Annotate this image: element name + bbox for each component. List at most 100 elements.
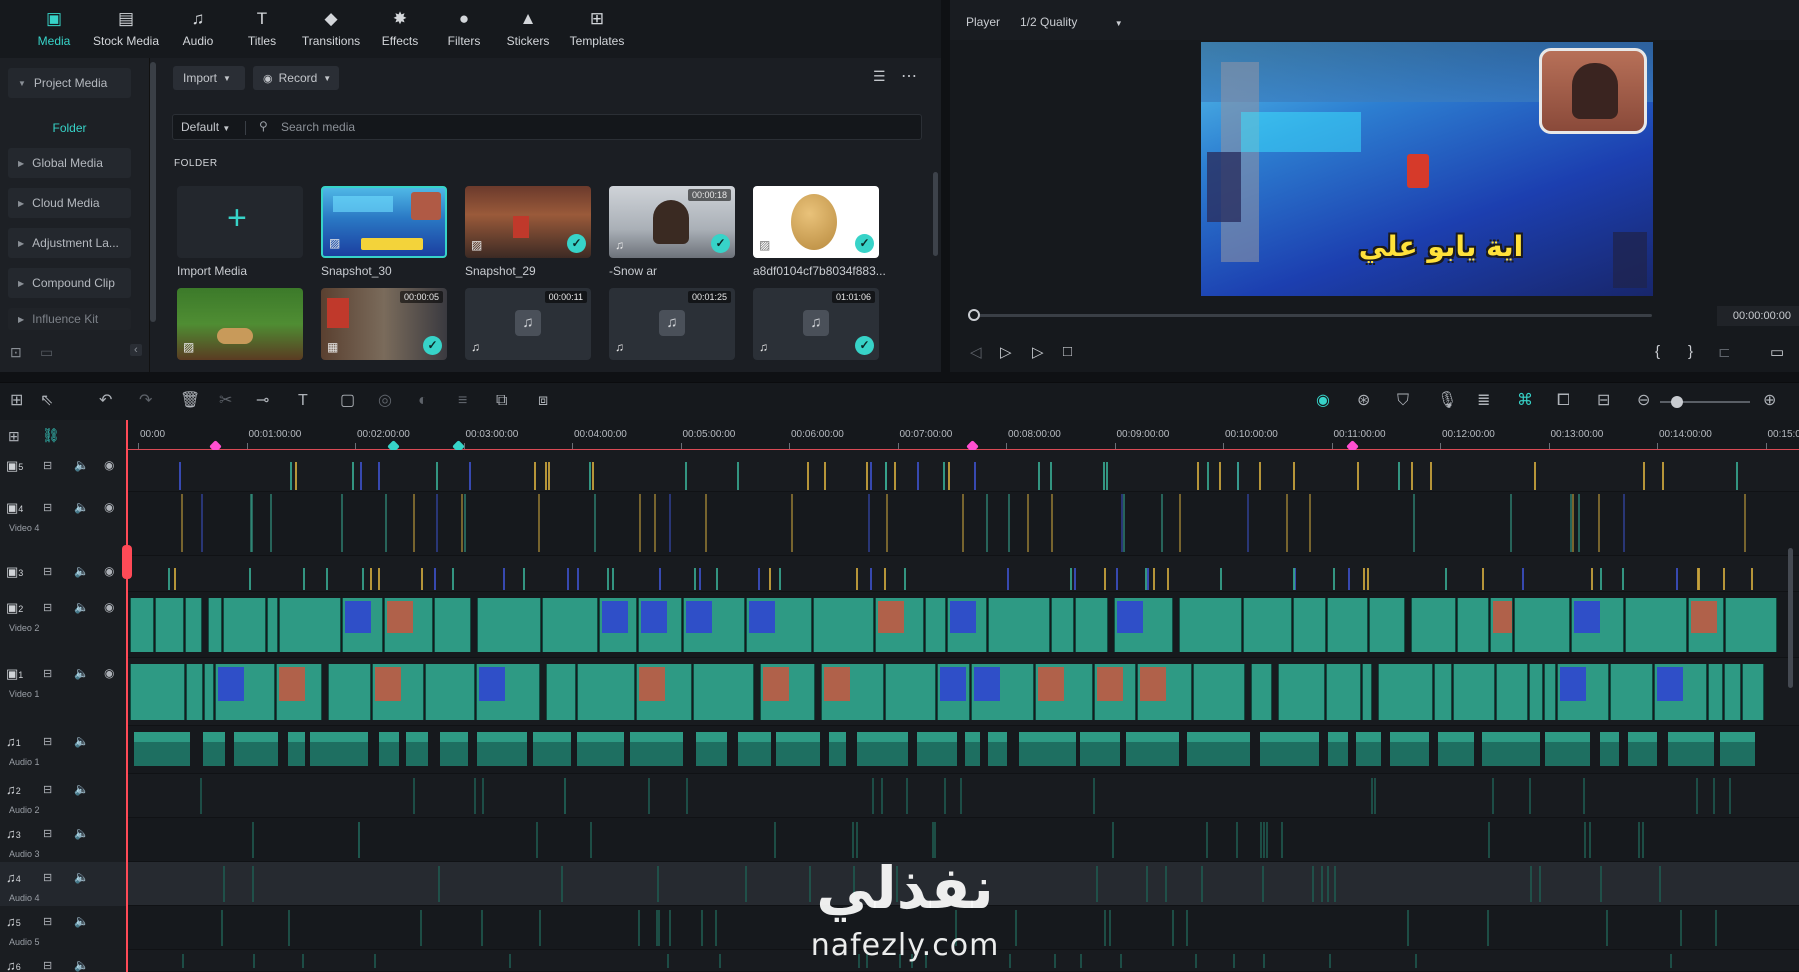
audio-marker[interactable] — [1715, 910, 1718, 946]
video-clip[interactable] — [1179, 598, 1242, 652]
audio-clip[interactable] — [1260, 732, 1319, 766]
audio-clip[interactable] — [310, 732, 368, 766]
marker-clip[interactable] — [1412, 494, 1415, 552]
marker-clip[interactable] — [1676, 568, 1679, 590]
marker-clip[interactable] — [769, 568, 772, 590]
audio-marker[interactable] — [221, 910, 224, 946]
tab-filters[interactable]: ● Filters — [432, 0, 496, 58]
link-icon[interactable]: ⛓ — [42, 427, 60, 444]
sidebar-scrollbar[interactable] — [150, 62, 156, 322]
video-clip[interactable] — [546, 664, 576, 720]
speaker-icon[interactable]: 🔈 — [74, 458, 89, 472]
audio-marker[interactable] — [252, 866, 255, 902]
audio-marker[interactable] — [508, 954, 511, 968]
marker-clip[interactable] — [451, 568, 454, 590]
video-clip[interactable] — [204, 664, 214, 720]
audio-clip[interactable] — [533, 732, 571, 766]
audio-clip[interactable] — [1126, 732, 1179, 766]
marker-clip[interactable] — [1623, 494, 1626, 552]
audio-marker[interactable] — [1103, 910, 1106, 946]
audio-marker[interactable] — [1111, 822, 1114, 858]
marker-clip[interactable] — [659, 568, 662, 590]
video-clip[interactable] — [885, 664, 936, 720]
eye-icon[interactable]: ◉ — [104, 458, 114, 472]
folder-lock-icon[interactable]: ⊟ — [43, 459, 52, 472]
marker-clip[interactable] — [1073, 568, 1076, 590]
tab-media[interactable]: ▣ Media — [22, 0, 86, 58]
media-item-potato-field[interactable]: ▨ — [177, 288, 303, 360]
marker-clip[interactable] — [421, 568, 424, 590]
fit-timeline-icon[interactable]: ⊟ — [1597, 392, 1610, 410]
marker-clip[interactable] — [544, 462, 547, 490]
audio-clip[interactable] — [440, 732, 468, 766]
sidebar-item-influence-kit[interactable]: ▶ Influence Kit — [8, 308, 131, 330]
time-ruler[interactable]: 00:00 00:01:00:00 00:02:00:00 00:03:00:00 00… — [128, 420, 1799, 453]
sidebar-item-project-media[interactable]: ▼ Project Media — [8, 68, 131, 98]
marker-clip[interactable] — [1723, 568, 1725, 590]
marker-clip[interactable] — [1642, 462, 1645, 490]
video-clip[interactable] — [1625, 598, 1687, 652]
layout-icon[interactable]: ⊞ — [10, 392, 23, 410]
audio-marker[interactable] — [1263, 954, 1266, 968]
eye-icon[interactable]: ◉ — [104, 564, 114, 578]
tab-templates[interactable]: ⊞ Templates — [560, 0, 634, 58]
video-clip[interactable] — [1035, 664, 1093, 720]
audio-marker[interactable] — [1491, 778, 1494, 814]
audio-marker[interactable] — [881, 778, 884, 814]
marker-clip[interactable] — [961, 494, 964, 552]
audio-marker[interactable] — [1014, 910, 1017, 946]
video-clip[interactable] — [813, 598, 874, 652]
audio-marker[interactable] — [473, 778, 476, 814]
audio-clip[interactable] — [1438, 732, 1474, 766]
audio-marker[interactable] — [1206, 822, 1209, 858]
marker-clip[interactable] — [179, 462, 182, 490]
playhead[interactable] — [126, 420, 128, 972]
marker-clip[interactable] — [1236, 462, 1239, 490]
video-clip[interactable] — [1362, 664, 1372, 720]
marker-clip[interactable] — [668, 494, 671, 552]
marker-clip[interactable] — [413, 494, 416, 552]
marker-clip[interactable] — [168, 568, 171, 590]
marker-clip[interactable] — [893, 462, 896, 490]
audio-marker[interactable] — [960, 778, 963, 814]
marker-clip[interactable] — [464, 494, 467, 552]
audio-marker[interactable] — [1186, 910, 1189, 946]
audio-marker[interactable] — [200, 778, 203, 814]
folder-lock-icon[interactable]: ⊟ — [43, 565, 52, 578]
sort-select[interactable]: Default ▼ — [181, 120, 230, 134]
marker-clip[interactable] — [693, 568, 696, 590]
marker-clip[interactable] — [1590, 568, 1593, 590]
speaker-icon[interactable]: 🔈 — [74, 734, 89, 748]
audio-marker[interactable] — [413, 778, 416, 814]
marker-clip[interactable] — [377, 568, 380, 590]
audio-clip[interactable] — [1482, 732, 1540, 766]
video-clip[interactable] — [577, 664, 635, 720]
marker-clip[interactable] — [904, 568, 907, 590]
video-clip[interactable] — [425, 664, 475, 720]
audio-clip[interactable] — [1600, 732, 1619, 766]
audio-marker[interactable] — [1259, 822, 1262, 858]
marker-clip[interactable] — [705, 494, 708, 552]
add-track-icon[interactable]: ⊞ — [8, 428, 20, 445]
audio-marker[interactable] — [1538, 866, 1541, 902]
media-item-audio-3[interactable]: 01:01:06 ♫ ♫ ✓ — [753, 288, 879, 360]
audio-marker[interactable] — [924, 954, 927, 968]
video-clip[interactable] — [1094, 664, 1136, 720]
audio-marker[interactable] — [866, 954, 869, 968]
step-forward-icon[interactable]: ▷ — [1000, 343, 1012, 361]
audio-marker[interactable] — [700, 910, 703, 946]
audio-clip[interactable] — [1668, 732, 1714, 766]
speaker-icon[interactable]: 🔈 — [74, 914, 89, 928]
marker-clip[interactable] — [385, 494, 388, 552]
video-clip[interactable] — [683, 598, 745, 652]
audio-clip[interactable] — [988, 732, 1007, 766]
audio-marker[interactable] — [1333, 866, 1336, 902]
marker-clip[interactable] — [1662, 462, 1665, 490]
marker-clip[interactable] — [684, 462, 687, 490]
audio-marker[interactable] — [955, 910, 958, 946]
audio-marker[interactable] — [1235, 822, 1238, 858]
audio-marker[interactable] — [1201, 866, 1204, 902]
audio-marker[interactable] — [1530, 866, 1533, 902]
audio-marker[interactable] — [1328, 954, 1331, 968]
eye-icon[interactable]: ◉ — [104, 666, 114, 680]
